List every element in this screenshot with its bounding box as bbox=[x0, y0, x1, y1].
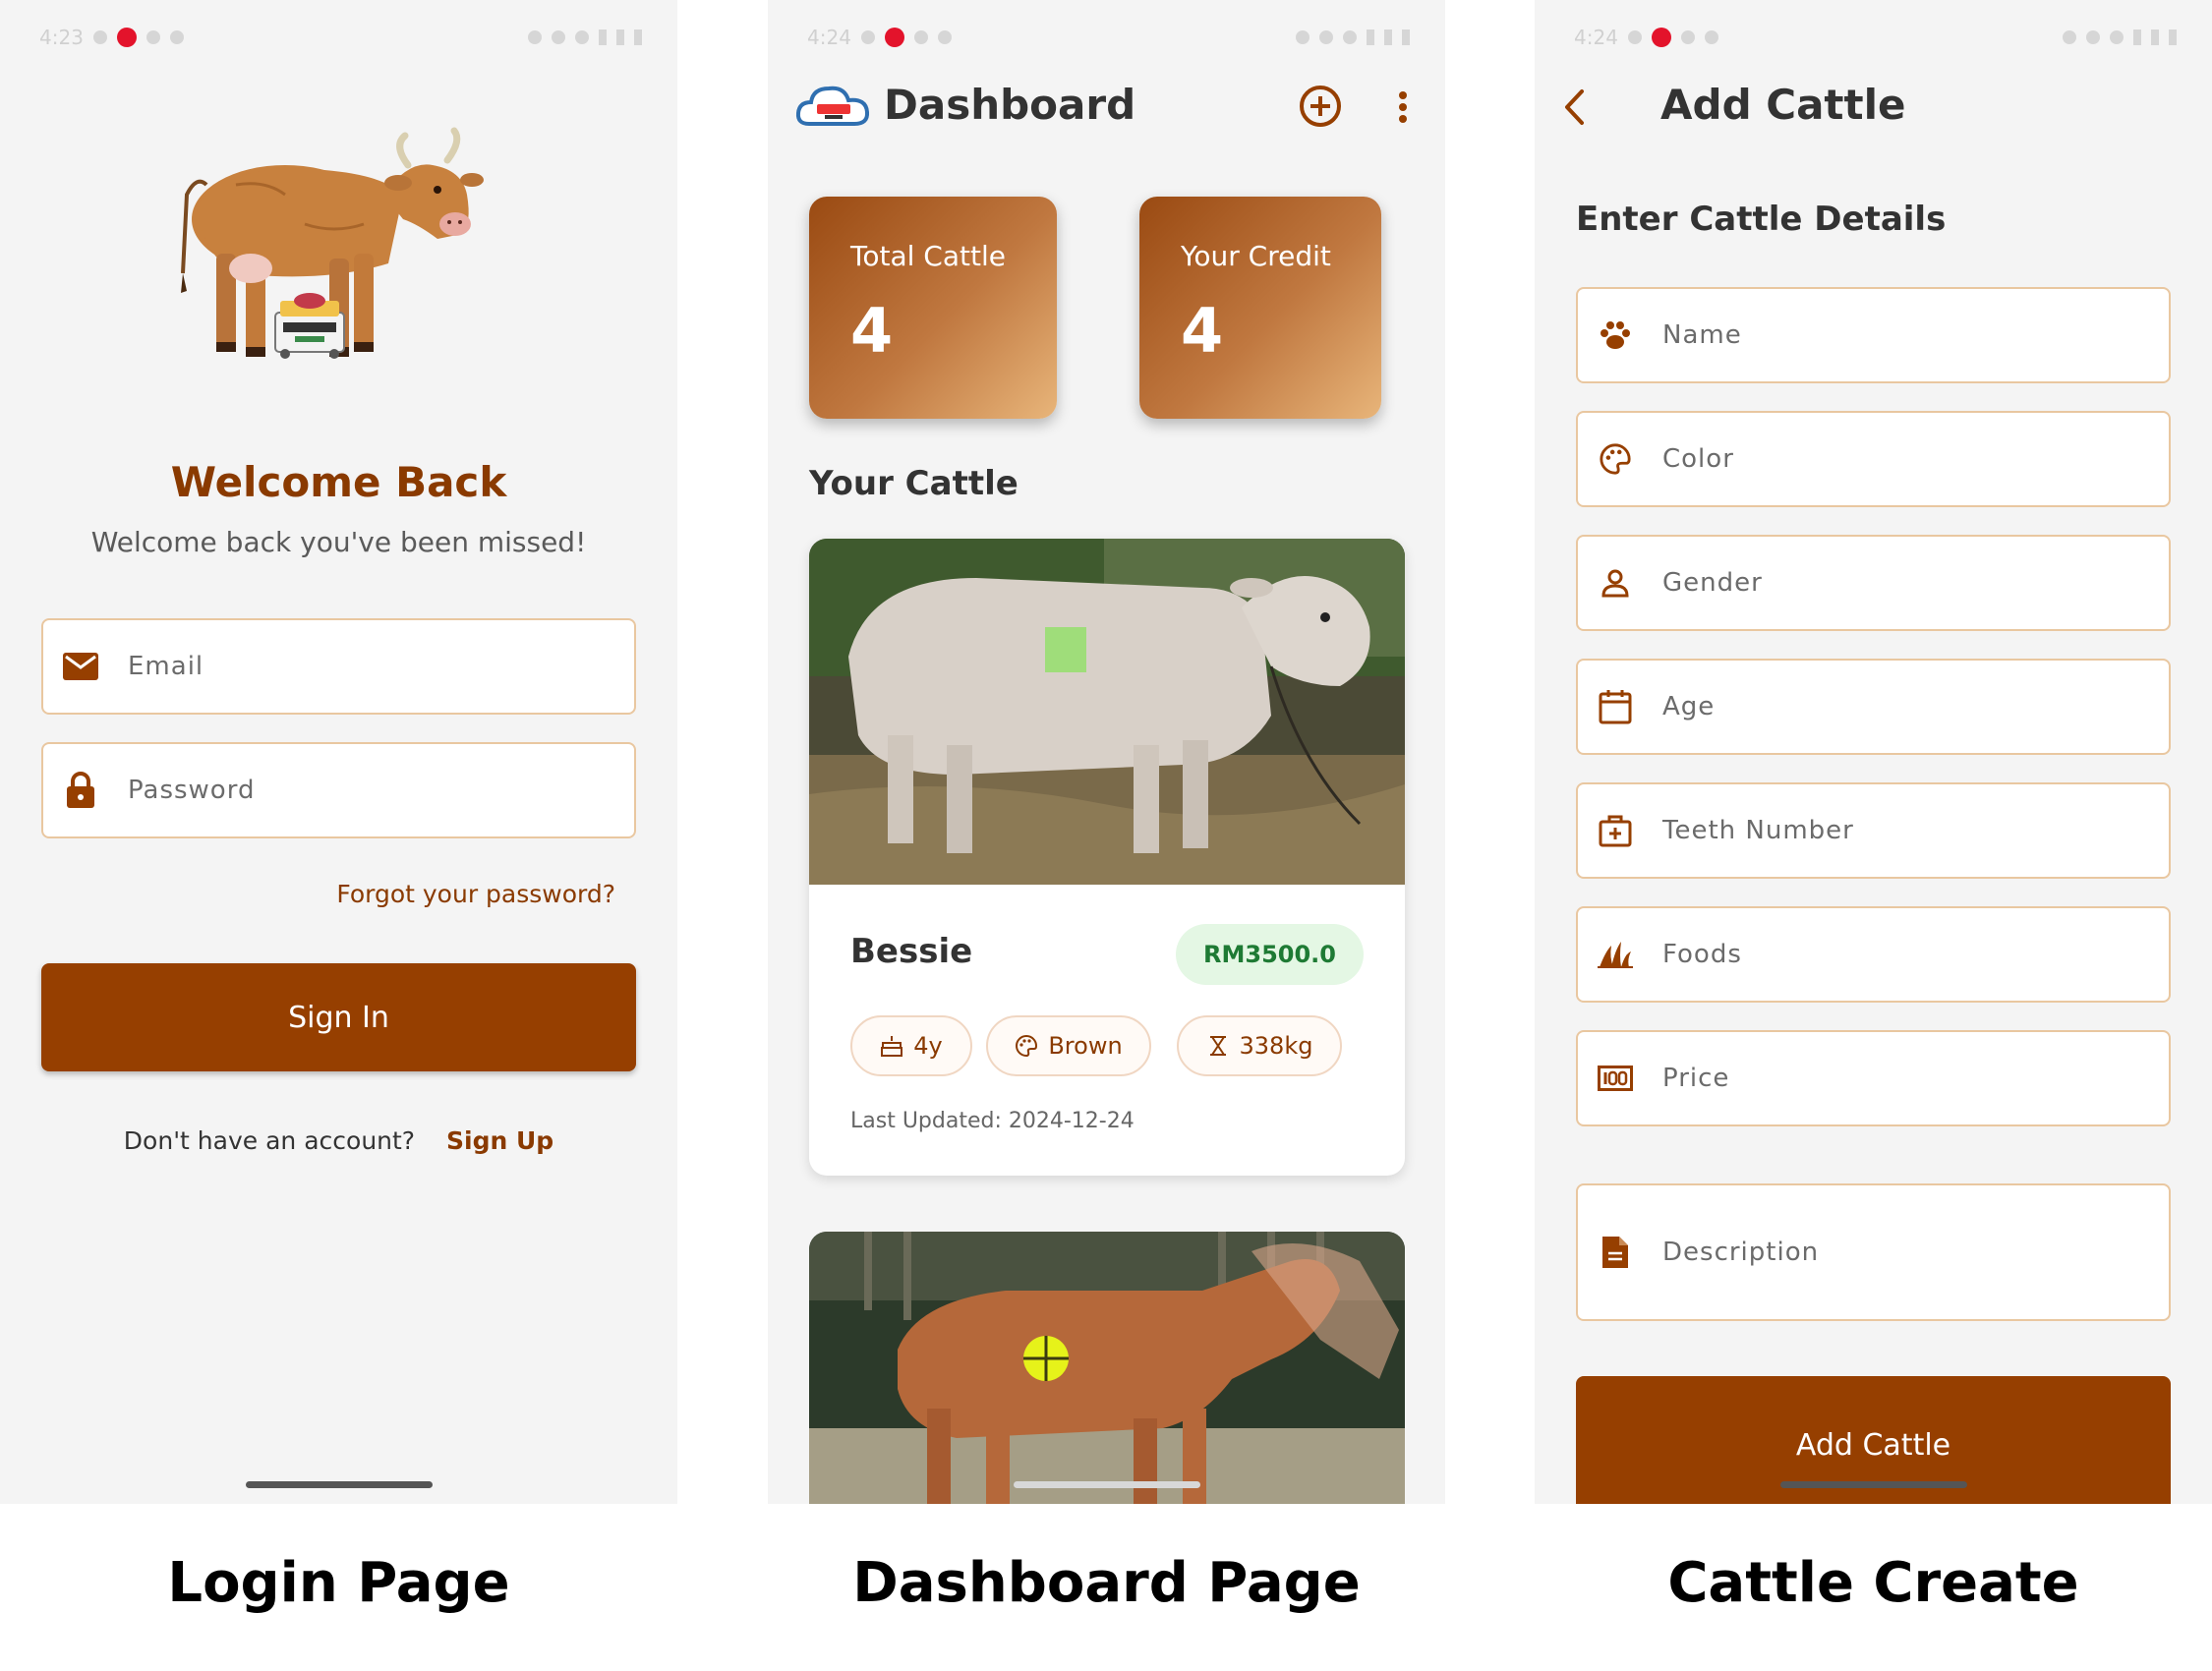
field-label: Description bbox=[1662, 1238, 1820, 1267]
field-label: Foods bbox=[1662, 940, 1742, 969]
paw-icon bbox=[1598, 317, 1633, 353]
cloud-logo-icon bbox=[795, 86, 870, 126]
signup-row: Don't have an account? Sign Up bbox=[0, 1126, 677, 1155]
age-chip: 4y bbox=[850, 1015, 972, 1076]
section-title: Enter Cattle Details bbox=[1576, 200, 1947, 239]
dashboard-screen: 4:24 Dashboard Total Cattle 4 Your Credi… bbox=[768, 0, 1445, 1504]
field-label: Gender bbox=[1662, 568, 1763, 598]
cattle-photo bbox=[809, 539, 1405, 885]
password-placeholder: Password bbox=[128, 776, 256, 805]
cake-icon bbox=[881, 1036, 903, 1057]
more-vert-icon[interactable] bbox=[1397, 90, 1409, 124]
cattle-name: Bessie bbox=[850, 932, 973, 971]
mail-icon bbox=[63, 649, 98, 684]
cattle-card[interactable]: Bessie RM3500.0 Last Updated: 2024-12-24 bbox=[809, 539, 1405, 1176]
add-circle-icon[interactable] bbox=[1299, 85, 1342, 128]
signin-button[interactable]: Sign In bbox=[41, 963, 636, 1071]
back-arrow-icon[interactable] bbox=[1562, 88, 1586, 126]
color-chip: Brown bbox=[986, 1015, 1151, 1076]
status-bar: 4:24 bbox=[807, 26, 1410, 49]
home-indicator[interactable] bbox=[245, 1481, 433, 1488]
stat-value: 4 bbox=[850, 295, 894, 367]
email-placeholder: Email bbox=[128, 652, 204, 681]
color-chip-label: Brown bbox=[1048, 1032, 1123, 1060]
palette-icon bbox=[1598, 441, 1633, 477]
login-screen: 4:23 Welcome Back Welcome back you've be… bbox=[0, 0, 677, 1504]
caption-cattle-create: Cattle Create bbox=[1667, 1551, 2079, 1615]
stat-card-credit: Your Credit 4 bbox=[1139, 197, 1381, 419]
no-account-text: Don't have an account? bbox=[123, 1126, 416, 1155]
dashboard-title: Dashboard bbox=[884, 81, 1136, 129]
cattle-create-screen: 4:24 Add Cattle Enter Cattle Details Nam… bbox=[1535, 0, 2212, 1504]
cow-illustration bbox=[181, 127, 484, 359]
field-label: Name bbox=[1662, 320, 1742, 350]
color-field[interactable]: Color bbox=[1576, 411, 2171, 507]
caption-dashboard: Dashboard Page bbox=[852, 1551, 1361, 1615]
email-field[interactable]: Email bbox=[41, 618, 636, 715]
home-indicator[interactable] bbox=[1013, 1481, 1200, 1488]
caption-login: Login Page bbox=[167, 1551, 510, 1615]
section-title: Your Cattle bbox=[809, 464, 1019, 503]
stat-card-total-cattle: Total Cattle 4 bbox=[809, 197, 1057, 419]
medical-bag-icon bbox=[1598, 813, 1633, 848]
field-label: Teeth Number bbox=[1662, 816, 1854, 845]
stat-label: Total Cattle bbox=[850, 240, 1006, 272]
price-field[interactable]: Price bbox=[1576, 1030, 2171, 1126]
person-icon bbox=[1598, 565, 1633, 601]
grass-icon bbox=[1598, 937, 1633, 972]
field-label: Color bbox=[1662, 444, 1734, 474]
lock-icon bbox=[63, 772, 98, 808]
status-bar: 4:24 bbox=[1574, 26, 2177, 49]
cattle-photo bbox=[809, 1232, 1405, 1504]
calendar-icon bbox=[1598, 689, 1633, 724]
field-label: Age bbox=[1662, 692, 1716, 721]
money-icon bbox=[1598, 1061, 1633, 1096]
status-time: 4:24 bbox=[807, 26, 851, 49]
forgot-password-link[interactable]: Forgot your password? bbox=[336, 880, 615, 908]
signup-link[interactable]: Sign Up bbox=[446, 1126, 553, 1155]
field-label: Price bbox=[1662, 1064, 1730, 1093]
login-subtitle: Welcome back you've been missed! bbox=[90, 526, 587, 558]
home-indicator[interactable] bbox=[1779, 1481, 1967, 1488]
description-field[interactable]: Description bbox=[1576, 1183, 2171, 1321]
cattle-card[interactable] bbox=[809, 1232, 1405, 1504]
document-icon bbox=[1598, 1235, 1633, 1270]
status-time: 4:24 bbox=[1574, 26, 1618, 49]
gender-field[interactable]: Gender bbox=[1576, 535, 2171, 631]
price-badge: RM3500.0 bbox=[1176, 924, 1364, 985]
age-chip-label: 4y bbox=[913, 1032, 943, 1060]
stat-value: 4 bbox=[1181, 295, 1224, 367]
weight-chip-label: 338kg bbox=[1239, 1032, 1313, 1060]
weight-chip: 338kg bbox=[1177, 1015, 1342, 1076]
teeth-number-field[interactable]: Teeth Number bbox=[1576, 782, 2171, 879]
page-title: Add Cattle bbox=[1660, 81, 1906, 129]
login-title: Welcome Back bbox=[170, 458, 507, 506]
name-field[interactable]: Name bbox=[1576, 287, 2171, 383]
status-time: 4:23 bbox=[39, 26, 84, 49]
add-cattle-button-label: Add Cattle bbox=[1795, 1428, 1951, 1463]
foods-field[interactable]: Foods bbox=[1576, 906, 2171, 1003]
last-updated: Last Updated: 2024-12-24 bbox=[850, 1109, 1135, 1133]
age-field[interactable]: Age bbox=[1576, 659, 2171, 755]
palette-icon bbox=[1016, 1034, 1038, 1058]
password-field[interactable]: Password bbox=[41, 742, 636, 838]
scale-icon bbox=[1209, 1036, 1226, 1056]
status-bar: 4:23 bbox=[39, 26, 642, 49]
stat-label: Your Credit bbox=[1181, 240, 1331, 272]
